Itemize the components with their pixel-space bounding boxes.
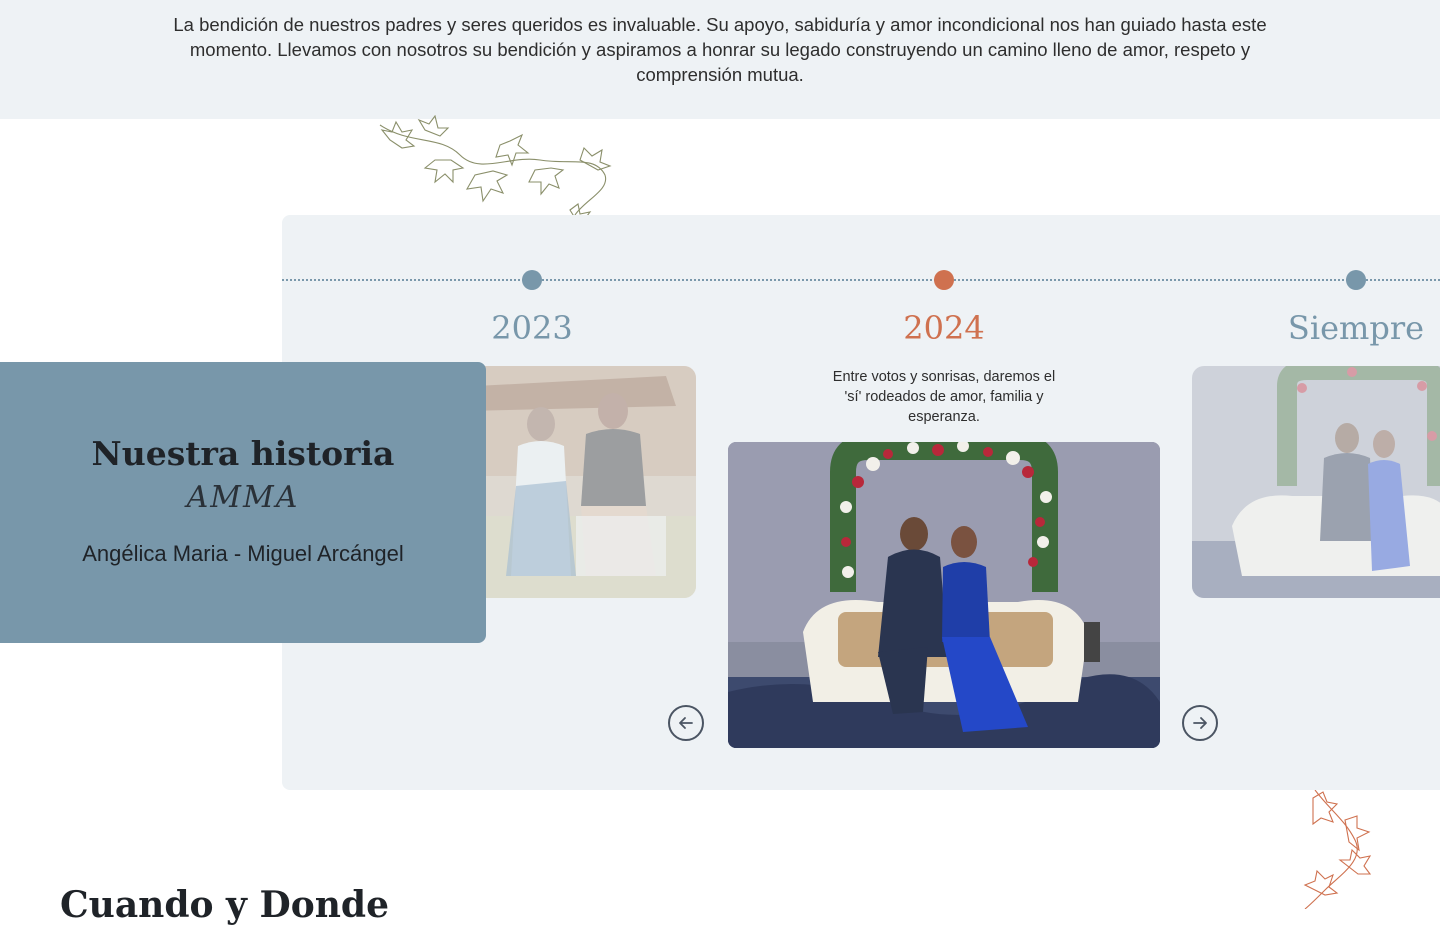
timeline-dot-2023[interactable]	[522, 270, 542, 290]
ivy-vine-decoration-bottom	[1303, 790, 1372, 909]
timeline-year-2023[interactable]: 2023	[491, 309, 572, 347]
arrow-right-circle-icon	[1193, 717, 1207, 729]
section-title-when-where: Cuando y Donde	[60, 884, 389, 926]
timeline-dot-siempre[interactable]	[1346, 270, 1366, 290]
timeline-dot-2024[interactable]	[934, 270, 954, 290]
photo-siempre	[1192, 366, 1440, 598]
timeline-year-2024[interactable]: 2024	[903, 309, 984, 347]
couple-names: Angélica Maria - Miguel Arcángel	[82, 541, 404, 566]
blessing-section: La bendición de nuestros padres y seres …	[0, 0, 1440, 119]
timeline-next-button[interactable]	[1182, 705, 1218, 741]
timeline-prev-button[interactable]	[668, 705, 704, 741]
arrow-left-circle-icon	[679, 717, 693, 729]
photo-2024	[728, 442, 1160, 748]
blessing-text: La bendición de nuestros padres y seres …	[173, 14, 1267, 85]
timeline-dotted-line	[282, 279, 1440, 281]
story-monogram: AMMA	[186, 480, 300, 515]
timeline-caption-2024: Entre votos y sonrisas, daremos el 'sí' …	[832, 369, 1056, 425]
timeline-year-siempre[interactable]: Siempre	[1288, 309, 1424, 347]
story-title: Nuestra historia	[91, 434, 395, 473]
